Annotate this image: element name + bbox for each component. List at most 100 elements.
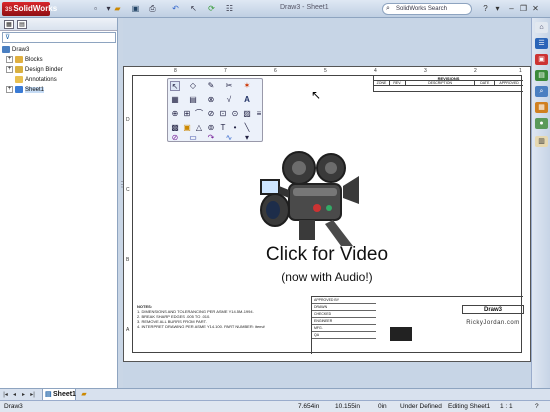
- graphics-area[interactable]: 8 7 6 5 4 3 2 1 D C B A REVISIONS ZONE R…: [123, 18, 531, 388]
- open-icon[interactable]: ▰: [112, 3, 123, 14]
- video-title[interactable]: Click for Video: [227, 244, 427, 266]
- drawing-title-cell: Draw3: [462, 305, 524, 314]
- tree-filter[interactable]: ⊽: [2, 32, 116, 43]
- video-camera-icon[interactable]: [255, 146, 365, 256]
- star-icon[interactable]: ✶: [242, 81, 252, 91]
- circle-icon[interactable]: ⊘: [170, 133, 180, 143]
- table-icon[interactable]: ▤: [188, 95, 198, 105]
- rev-col: DATE: [475, 81, 496, 85]
- select-icon[interactable]: ↖: [188, 3, 199, 14]
- website-label: RickyJordan.com: [466, 320, 520, 326]
- tb-label: DRAWN: [312, 304, 376, 311]
- feature-tree-tab-icon[interactable]: ▦: [4, 20, 14, 29]
- revision-columns: ZONE REV. DESCRIPTION DATE APPROVED: [374, 81, 523, 86]
- design-library-icon[interactable]: ▣: [535, 54, 548, 65]
- dropdown-icon[interactable]: ▾: [242, 133, 252, 143]
- undo-icon[interactable]: ↶: [170, 3, 181, 14]
- zone-label: 2: [474, 68, 477, 74]
- previous-sheet-icon[interactable]: ◂: [11, 391, 18, 399]
- status-scale: 1 : 1: [500, 403, 513, 410]
- dowel-icon[interactable]: ⊚: [206, 123, 216, 133]
- tree-item-label: Draw3: [12, 47, 30, 53]
- note-icon[interactable]: A: [242, 95, 252, 105]
- sketch-icon[interactable]: ✎: [206, 81, 216, 91]
- cosmetic-thread-icon[interactable]: ⊙: [230, 109, 240, 119]
- tree-item-draw3[interactable]: Draw3: [2, 45, 116, 55]
- resources-icon[interactable]: ☰: [535, 38, 548, 49]
- tb-label: QA: [312, 332, 376, 339]
- company-logo: [390, 327, 412, 341]
- folder-icon: [15, 55, 23, 63]
- point-icon[interactable]: •: [230, 123, 240, 133]
- tree-item-label: Design Binder: [25, 67, 63, 73]
- task-pane: ⌂ ☰ ▣ ▤ ⌕ ▦ ● ▥: [531, 18, 550, 388]
- tree-item-label: Blocks: [25, 57, 43, 63]
- zone-label: C: [126, 187, 130, 193]
- rev-col: REV.: [390, 81, 406, 85]
- mouse-cursor-icon: ↖: [311, 88, 322, 102]
- hole-callout-icon[interactable]: ⊘: [206, 109, 216, 119]
- model-view-icon[interactable]: ▦: [170, 95, 180, 105]
- center-mark-icon[interactable]: ⊕: [170, 109, 180, 119]
- status-y-coord: 10.155in: [335, 403, 360, 410]
- custom-properties-icon[interactable]: ▥: [535, 136, 548, 147]
- surface-finish-icon[interactable]: √: [224, 95, 234, 105]
- tree-item-blocks[interactable]: + Blocks: [2, 55, 116, 65]
- view-palette-icon[interactable]: ▦: [535, 102, 548, 113]
- block-icon[interactable]: ▣: [182, 123, 192, 133]
- smart-dimension-icon[interactable]: ◇: [188, 81, 198, 91]
- options-icon[interactable]: ☷: [224, 3, 235, 14]
- help-icon[interactable]: ?: [535, 401, 539, 412]
- save-icon[interactable]: ▣: [130, 3, 141, 14]
- minimize-button[interactable]: –: [506, 3, 517, 14]
- first-sheet-icon[interactable]: |◂: [2, 391, 9, 399]
- tree-item-sheet1[interactable]: + Sheet1: [2, 85, 116, 95]
- weld-icon[interactable]: ⌒: [194, 109, 204, 119]
- help-menu-icon[interactable]: ▾: [492, 3, 503, 14]
- expand-icon[interactable]: +: [6, 65, 13, 73]
- new-icon[interactable]: ▫: [90, 3, 101, 14]
- datum-icon[interactable]: ⊞: [182, 109, 192, 119]
- solidworks-logo[interactable]: 3SSolidWorks: [2, 2, 57, 16]
- appearances-icon[interactable]: ●: [535, 118, 548, 129]
- trim-icon[interactable]: ✂: [224, 81, 234, 91]
- expand-icon[interactable]: +: [6, 55, 13, 63]
- file-explorer-icon[interactable]: ▤: [535, 70, 548, 81]
- rebuild-icon[interactable]: ⟳: [206, 3, 217, 14]
- property-tab-icon[interactable]: ▤: [17, 20, 27, 29]
- revision-symbol-icon[interactable]: △: [194, 123, 204, 133]
- print-icon[interactable]: ⎙: [147, 3, 158, 14]
- select-tool-icon[interactable]: ↖: [170, 81, 180, 91]
- balloon-icon[interactable]: ⊗: [206, 95, 216, 105]
- expand-icon[interactable]: +: [6, 85, 13, 93]
- restore-button[interactable]: ❐: [518, 3, 529, 14]
- window-title: Draw3 - Sheet1: [280, 4, 329, 11]
- line-weight-icon[interactable]: ≡: [254, 109, 264, 119]
- last-sheet-icon[interactable]: ▸|: [29, 391, 36, 399]
- tree-item-label: Annotations: [25, 77, 57, 83]
- video-subtitle[interactable]: (now with Audio!): [227, 270, 427, 284]
- search-results-icon[interactable]: ⌕: [535, 86, 548, 97]
- spline-icon[interactable]: ∿: [224, 133, 234, 143]
- tree-item-annotations[interactable]: Annotations: [2, 75, 116, 85]
- tb-label: ENGINEER: [312, 318, 376, 325]
- zone-label: B: [126, 257, 130, 263]
- area-hatch-icon[interactable]: ▩: [170, 123, 180, 133]
- add-sheet-icon[interactable]: ▰: [78, 390, 90, 400]
- arc-icon[interactable]: ↷: [206, 133, 216, 143]
- search-input[interactable]: ⌕ SolidWorks Search: [382, 3, 472, 15]
- line-icon[interactable]: ╲: [242, 123, 252, 133]
- rectangle-icon[interactable]: ▭: [188, 133, 198, 143]
- next-sheet-icon[interactable]: ▸: [20, 391, 27, 399]
- feature-tree: Draw3 + Blocks + Design Binder Annotations…: [2, 45, 116, 95]
- zone-label: 8: [174, 68, 177, 74]
- panel-splitter[interactable]: ⋮: [118, 180, 126, 220]
- text-icon[interactable]: T: [218, 123, 228, 133]
- hatch-icon[interactable]: ▨: [242, 109, 252, 119]
- help-icon[interactable]: ?: [480, 3, 491, 14]
- home-icon[interactable]: ⌂: [535, 22, 548, 33]
- close-button[interactable]: ✕: [530, 3, 541, 14]
- gtol-icon[interactable]: ⊡: [218, 109, 228, 119]
- tree-item-design-binder[interactable]: + Design Binder: [2, 65, 116, 75]
- status-z-coord: 0in: [378, 403, 387, 410]
